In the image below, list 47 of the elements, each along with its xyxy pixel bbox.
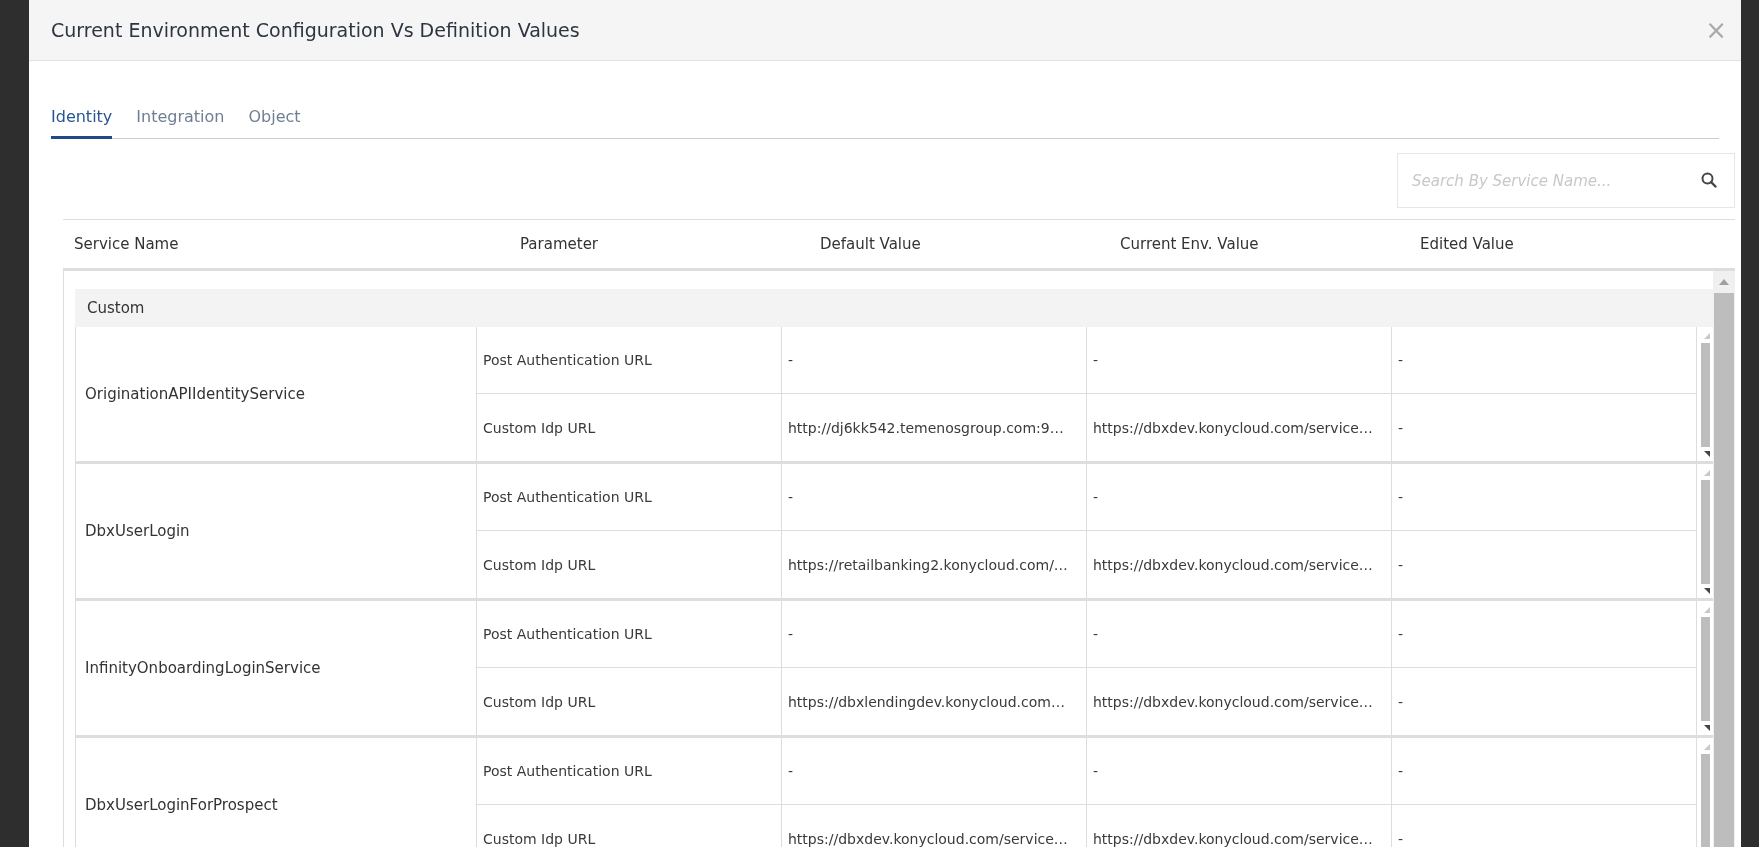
table-cell: - bbox=[782, 738, 1087, 805]
table-cell: - bbox=[1087, 738, 1392, 805]
table-cell: Custom Idp URL bbox=[477, 531, 782, 598]
table-cell: https://dbxdev.konycloud.com/service… bbox=[1087, 668, 1392, 735]
table-cell: http://dj6kk542.temenosgroup.com:9… bbox=[782, 394, 1087, 461]
table-cell: - bbox=[1392, 327, 1697, 394]
table-cell: - bbox=[1087, 327, 1392, 394]
table-cell: Custom Idp URL bbox=[477, 805, 782, 847]
column-header: Default Value bbox=[820, 235, 921, 253]
tab[interactable]: Identity bbox=[51, 107, 113, 139]
table-cell: - bbox=[1392, 668, 1697, 735]
tab[interactable]: Integration bbox=[136, 107, 225, 139]
table-cell: DbxUserLoginForProspect bbox=[76, 738, 477, 847]
table-cell: - bbox=[1087, 464, 1392, 531]
table-cell: Custom Idp URL bbox=[477, 668, 782, 735]
column-header: Service Name bbox=[74, 235, 179, 253]
table-cell: https://dbxdev.konycloud.com/service… bbox=[782, 805, 1087, 847]
table-cell: - bbox=[1392, 805, 1697, 847]
table-cell: - bbox=[1392, 464, 1697, 531]
table-cell: - bbox=[1392, 531, 1697, 598]
table-cell: Post Authentication URL bbox=[477, 601, 782, 668]
table-cell: https://dbxlendingdev.konycloud.com… bbox=[782, 668, 1087, 735]
column-header: Parameter bbox=[520, 235, 599, 253]
table-cell: InfinityOnboardingLoginService bbox=[76, 601, 477, 735]
table-cell: Post Authentication URL bbox=[477, 464, 782, 531]
table-cell: Post Authentication URL bbox=[477, 327, 782, 394]
table-cell: Custom Idp URL bbox=[477, 394, 782, 461]
group-header: Custom bbox=[75, 289, 1713, 327]
table-cell: https://dbxdev.konycloud.com/service… bbox=[1087, 394, 1392, 461]
table-cell: Post Authentication URL bbox=[477, 738, 782, 805]
column-header: Current Env. Value bbox=[1120, 235, 1259, 253]
table-cell: - bbox=[782, 464, 1087, 531]
table-cell: - bbox=[1392, 601, 1697, 668]
dialog-title: Current Environment Configuration Vs Definition Values bbox=[51, 19, 580, 41]
table-cell: - bbox=[1392, 738, 1697, 805]
table-cell: https://dbxdev.konycloud.com/service… bbox=[1087, 531, 1392, 598]
tab[interactable]: Object bbox=[248, 107, 301, 139]
table-cell: DbxUserLogin bbox=[76, 464, 477, 598]
close-button[interactable]: × bbox=[1701, 15, 1731, 45]
column-header: Edited Value bbox=[1420, 235, 1514, 253]
table-cell: OriginationAPIIdentityService bbox=[76, 327, 477, 461]
table-cell: https://retailbanking2.konycloud.com/… bbox=[782, 531, 1087, 598]
table-cell: https://dbxdev.konycloud.com/service… bbox=[1087, 805, 1392, 847]
table-cell: - bbox=[1087, 601, 1392, 668]
table-cell: - bbox=[782, 327, 1087, 394]
table-cell: - bbox=[782, 601, 1087, 668]
table-cell: - bbox=[1392, 394, 1697, 461]
